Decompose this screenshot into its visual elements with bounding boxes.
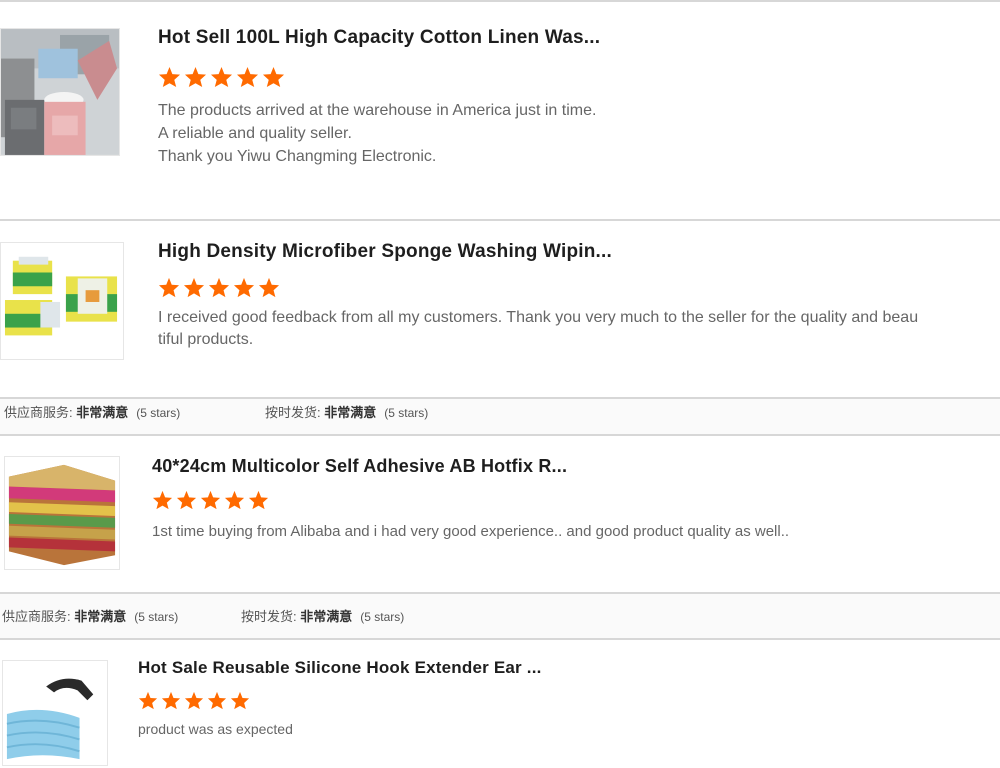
review-comment: The products arrived at the warehouse in… [158,99,596,168]
star-icon [258,277,280,298]
supplier-service-label: 供应商服务: [4,405,77,420]
rhinestone-sheet-image [5,457,119,569]
product-thumbnail[interactable] [2,660,108,766]
comment-line: product was as expected [138,721,293,737]
star-icon [207,691,227,710]
product-title[interactable]: High Density Microfiber Sponge Washing W… [158,241,612,263]
star-icon [184,691,204,710]
supplier-rating-bar: 供应商服务: 非常满意 (5 stars) 按时发货: 非常满意 (5 stars) [0,594,1000,638]
comment-line: A reliable and quality seller. [158,125,352,142]
star-icon [236,66,259,88]
supplier-service-stars: (5 stars) [136,406,181,420]
star-icon [200,490,221,510]
star-icon [176,490,197,510]
star-rating [138,691,250,710]
star-icon [224,490,245,510]
shipping-value: 非常满意 [300,609,353,624]
review-item: Hot Sell 100L High Capacity Cotton Linen… [0,0,1000,219]
star-icon [158,66,181,88]
supplier-service-value: 非常满意 [76,405,129,420]
shipping-value: 非常满意 [324,405,377,420]
star-icon [230,691,250,710]
review-item: 40*24cm Multicolor Self Adhesive AB Hotf… [0,436,1000,592]
product-title[interactable]: Hot Sell 100L High Capacity Cotton Linen… [158,27,600,49]
star-icon [262,66,285,88]
shipping-stars: (5 stars) [384,406,429,420]
review-item: High Density Microfiber Sponge Washing W… [0,221,1000,397]
supplier-rating-bar: 供应商服务: 非常满意 (5 stars) 按时发货: 非常满意 (5 stars) [0,399,1000,434]
star-rating [158,66,285,88]
star-icon [158,277,180,298]
product-title[interactable]: 40*24cm Multicolor Self Adhesive AB Hotf… [152,456,567,477]
shipping-stars: (5 stars) [360,610,405,624]
laundry-basket-image [1,29,119,155]
star-icon [233,277,255,298]
star-icon [138,691,158,710]
comment-line: I received good feedback from all my cus… [158,309,919,326]
sponge-image [1,243,123,359]
review-item: Hot Sale Reusable Silicone Hook Extender… [0,640,1000,768]
product-thumbnail[interactable] [0,28,120,156]
on-time-shipping-rating: 按时发货: 非常满意 (5 stars) [241,606,404,625]
star-rating [152,490,269,510]
star-icon [152,490,173,510]
star-icon [248,490,269,510]
on-time-shipping-rating: 按时发货: 非常满意 (5 stars) [265,402,428,421]
comment-line: tiful products. [158,331,254,348]
review-comment: product was as expected [138,718,293,741]
supplier-service-label: 供应商服务: [2,609,75,624]
product-thumbnail[interactable] [4,456,120,570]
product-title[interactable]: Hot Sale Reusable Silicone Hook Extender… [138,658,542,678]
comment-line: Thank you Yiwu Changming Electronic. [158,148,437,165]
comment-line: 1st time buying from Alibaba and i had v… [152,523,790,540]
star-icon [208,277,230,298]
review-comment: I received good feedback from all my cus… [158,307,918,351]
shipping-label: 按时发货: [265,405,325,420]
product-thumbnail[interactable] [0,242,124,360]
star-icon [161,691,181,710]
star-rating [158,277,280,298]
review-comment: 1st time buying from Alibaba and i had v… [152,520,789,543]
star-icon [210,66,233,88]
comment-line: The products arrived at the warehouse in… [158,102,597,119]
supplier-service-stars: (5 stars) [134,610,179,624]
supplier-service-value: 非常满意 [74,609,127,624]
star-icon [184,66,207,88]
supplier-service-rating: 供应商服务: 非常满意 (5 stars) [2,606,178,625]
supplier-service-rating: 供应商服务: 非常满意 (5 stars) [4,402,180,421]
star-icon [183,277,205,298]
shipping-label: 按时发货: [241,609,301,624]
mask-extender-image [3,661,107,765]
